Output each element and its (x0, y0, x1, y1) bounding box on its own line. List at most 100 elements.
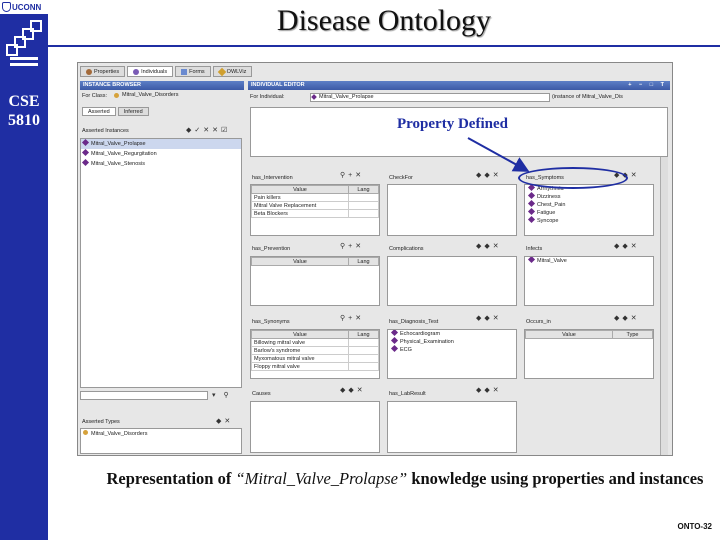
column-header-lang: Lang (348, 330, 379, 339)
list-item[interactable]: Mitral_Valve_Regurgitation (81, 148, 241, 159)
instance-of-hint: (instance of Mitral_Valve_Dis (552, 94, 623, 100)
individual-icon (311, 94, 317, 100)
for-class-field[interactable]: Mitral_Valve_Disorders (114, 92, 242, 101)
has-diagnosis-test-buttons[interactable]: ◆◆✕ (476, 314, 502, 322)
individual-editor-header: INDIVIDUAL EDITOR + − □ T (248, 81, 670, 90)
for-class-label: For Class: (82, 93, 108, 99)
instance-search-field[interactable] (80, 391, 208, 400)
has-symptoms-list[interactable]: Arrhythmia Dizziness Chest_Pain Fatigue … (524, 184, 654, 236)
has-lab-result-list[interactable] (387, 401, 517, 453)
vertical-scrollbar[interactable] (660, 157, 668, 455)
occurs-in-label: Occurs_in (526, 319, 551, 325)
owlviz-tab-icon (217, 67, 226, 76)
infects-list[interactable]: Mitral_Valve (524, 256, 654, 306)
causes-label: Causes (252, 391, 271, 397)
has-intervention-label: has_Intervention (252, 175, 293, 181)
asserted-instances-label: Asserted Instances (82, 128, 129, 134)
table-row[interactable]: Pain killers (251, 193, 379, 202)
has-intervention-table[interactable]: Value Lang Pain killers Mitral Valve Repl… (250, 184, 380, 236)
asserted-types-label: Asserted Types (82, 419, 120, 425)
causes-list[interactable] (250, 401, 380, 453)
has-diagnosis-test-label: has_Diagnosis_Test (389, 319, 439, 325)
causes-buttons[interactable]: ◆◆✕ (340, 386, 366, 394)
uconn-seal-icon (2, 2, 11, 12)
instance-icon (81, 158, 90, 167)
has-prevention-buttons[interactable]: ⚲+✕ (340, 242, 364, 250)
caption-term: “Mitral_Valve_Prolapse” (235, 469, 408, 488)
list-item[interactable]: Echocardiogram (388, 330, 516, 338)
column-header-value: Value (525, 330, 613, 339)
table-row[interactable]: Barlow's syndrome (251, 346, 379, 355)
column-header-value: Value (251, 257, 349, 266)
tab-inferred[interactable]: Inferred (117, 107, 149, 116)
individual-icon (527, 257, 536, 264)
complications-buttons[interactable]: ◆◆✕ (476, 242, 502, 250)
tab-owlviz[interactable]: OWLViz (212, 66, 253, 77)
individual-icon (390, 330, 399, 337)
check-for-label: CheckFor (389, 175, 413, 181)
protege-tabs: Properties Individuals Forms OWLViz (80, 66, 254, 77)
column-header-lang: Lang (348, 257, 379, 266)
infects-buttons[interactable]: ◆◆✕ (614, 242, 640, 250)
table-row[interactable]: Mitral Valve Replacement (251, 201, 379, 210)
has-synonyms-buttons[interactable]: ⚲+✕ (340, 314, 364, 322)
individual-icon (527, 207, 536, 216)
types-list[interactable]: Mitral_Valve_Disorders (80, 428, 242, 454)
has-prevention-label: has_Prevention (252, 246, 291, 252)
course-number: 5810 (8, 112, 40, 129)
individual-icon (527, 199, 536, 208)
list-item[interactable]: Syncope (525, 215, 653, 225)
has-synonyms-table[interactable]: Value Lang Billowing mitral valve Barlow'… (250, 329, 380, 379)
for-individual-label: For Individual: (250, 94, 285, 100)
individual-icon (390, 344, 399, 353)
has-prevention-table[interactable]: Value Lang (250, 256, 380, 306)
individual-icon (390, 336, 399, 345)
list-item[interactable]: Mitral_Valve (525, 257, 653, 265)
instance-browser-header: INSTANCE BROWSER (80, 81, 244, 90)
list-item[interactable]: ECG (388, 344, 516, 354)
uconn-header: UCONN (0, 0, 48, 14)
has-intervention-buttons[interactable]: ⚲+✕ (340, 171, 364, 179)
has-lab-result-buttons[interactable]: ◆◆✕ (476, 386, 502, 394)
complications-label: Complications (389, 246, 424, 252)
complications-list[interactable] (387, 256, 517, 306)
search-toolbar[interactable]: ▾ ⚲ (212, 391, 232, 399)
tab-forms[interactable]: Forms (175, 66, 211, 77)
list-item[interactable]: Chest_Pain (525, 199, 653, 209)
window-controls[interactable]: + − □ T (628, 81, 667, 90)
column-header-type: Type (612, 330, 653, 339)
list-item[interactable]: Mitral_Valve_Prolapse (81, 138, 241, 149)
check-for-list[interactable] (387, 184, 517, 236)
tab-individuals[interactable]: Individuals (127, 66, 174, 77)
table-row[interactable]: Floppy mitral valve (251, 362, 379, 371)
class-icon (114, 93, 119, 98)
list-item[interactable]: Physical_Examination (388, 336, 516, 346)
table-row[interactable]: Myxomatous mitral valve (251, 354, 379, 363)
table-row[interactable]: Beta Blockers (251, 209, 379, 218)
forms-tab-icon (181, 68, 188, 75)
slide-title: Disease Ontology (276, 4, 492, 37)
tab-asserted[interactable]: Asserted (82, 107, 116, 116)
has-synonyms-label: has_Synonyms (252, 319, 290, 325)
instance-subtabs: Asserted Inferred (82, 107, 151, 116)
has-diagnosis-test-list[interactable]: Echocardiogram Physical_Examination ECG (387, 329, 517, 379)
list-item[interactable]: Dizziness (525, 191, 653, 201)
course-label: CSE 5810 (2, 92, 46, 130)
individual-icon (527, 191, 536, 200)
tab-properties[interactable]: Properties (80, 66, 126, 77)
occurs-in-buttons[interactable]: ◆◆✕ (614, 314, 640, 322)
list-item[interactable]: Mitral_Valve_Stenosis (81, 158, 241, 169)
class-icon (83, 430, 88, 435)
instance-list[interactable]: Mitral_Valve_Prolapse Mitral_Valve_Regur… (80, 138, 242, 388)
table-row[interactable]: Billowing mitral valve (251, 338, 379, 347)
slide-caption: Representation of “Mitral_Valve_Prolapse… (106, 469, 704, 488)
column-header-lang: Lang (348, 185, 379, 194)
department-logo-icon (4, 15, 44, 77)
types-toolbar[interactable]: ◆✕ (216, 417, 233, 425)
for-individual-field[interactable]: Mitral_Valve_Prolapse (310, 93, 550, 102)
list-item[interactable]: Fatigue (525, 207, 653, 217)
list-item[interactable]: Mitral_Valve_Disorders (81, 429, 241, 439)
instance-toolbar[interactable]: ◆✓✕✕☑ (186, 126, 230, 134)
occurs-in-table[interactable]: Value Type (524, 329, 654, 379)
university-name: UCONN (12, 2, 42, 12)
